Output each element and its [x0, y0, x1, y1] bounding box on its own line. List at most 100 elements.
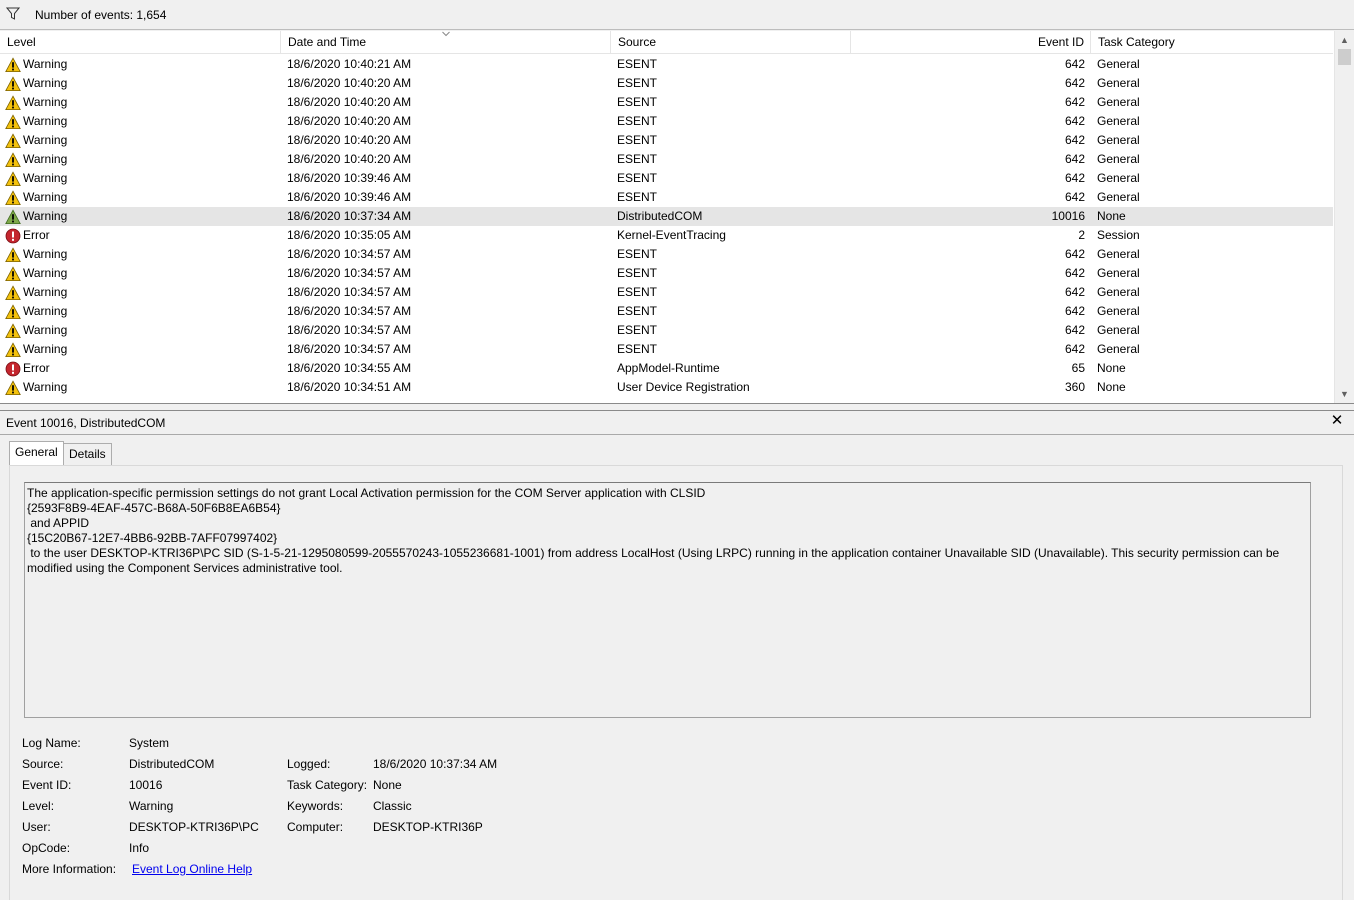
- cell-task-category: General: [1097, 342, 1140, 356]
- event-rows: Warning 18/6/2020 10:40:21 AM ESENT 642 Gene…: [0, 55, 1333, 397]
- cell-date-time: 18/6/2020 10:34:57 AM: [287, 342, 412, 356]
- cell-source: ESENT: [617, 304, 658, 318]
- detail-title-bar: Event 10016, DistributedCOM ✕: [0, 411, 1354, 435]
- cell-event-id: 642: [1064, 152, 1085, 166]
- cell-event-id: 642: [1064, 266, 1085, 280]
- cell-date-time: 18/6/2020 10:40:20 AM: [287, 114, 412, 128]
- cell-task-category: General: [1097, 57, 1140, 71]
- scroll-down-icon[interactable]: ▼: [1339, 388, 1350, 400]
- general-tab-panel: The application-specific permission sett…: [9, 465, 1343, 900]
- sort-descending-icon: [442, 31, 450, 37]
- cell-date-time: 18/6/2020 10:34:57 AM: [287, 247, 412, 261]
- cell-event-id: 642: [1064, 247, 1085, 261]
- cell-task-category: None: [1097, 380, 1126, 394]
- event-row[interactable]: Error 18/6/2020 10:34:55 AM AppModel-Runti…: [0, 359, 1333, 378]
- cell-task-category: None: [1097, 361, 1126, 375]
- level-text: Warning: [23, 323, 68, 337]
- value-task-category: None: [373, 778, 402, 792]
- event-row[interactable]: Warning 18/6/2020 10:34:57 AM ESENT 642 Gene…: [0, 302, 1333, 321]
- cell-source: ESENT: [617, 152, 658, 166]
- event-row[interactable]: Warning 18/6/2020 10:39:46 AM ESENT 642 Gene…: [0, 169, 1333, 188]
- label-user: User:: [22, 820, 51, 834]
- value-source: DistributedCOM: [129, 757, 215, 771]
- event-row[interactable]: Warning 18/6/2020 10:40:20 AM ESENT 642 Gene…: [0, 74, 1333, 93]
- event-count: Number of events: 1,654: [35, 8, 167, 22]
- cell-source: ESENT: [617, 323, 658, 337]
- event-detail-pane: Event 10016, DistributedCOM ✕ General De…: [0, 410, 1354, 900]
- cell-date-time: 18/6/2020 10:40:20 AM: [287, 152, 412, 166]
- level-text: Warning: [23, 57, 68, 71]
- event-row[interactable]: Warning 18/6/2020 10:40:20 AM ESENT 642 Gene…: [0, 150, 1333, 169]
- event-row[interactable]: Error 18/6/2020 10:35:05 AM Kernel-EventTr…: [0, 226, 1333, 245]
- cell-source: Kernel-EventTracing: [617, 228, 726, 242]
- warning-icon: [5, 95, 21, 111]
- cell-source: ESENT: [617, 285, 658, 299]
- column-level[interactable]: Level: [0, 31, 281, 54]
- event-list[interactable]: Level Date and Time Source Event ID Task…: [0, 31, 1354, 404]
- warning-icon: [5, 304, 21, 320]
- cell-task-category: General: [1097, 266, 1140, 280]
- value-logged: 18/6/2020 10:37:34 AM: [373, 757, 498, 771]
- cell-level: Warning: [5, 321, 275, 340]
- event-row[interactable]: Warning 18/6/2020 10:40:20 AM ESENT 642 Gene…: [0, 112, 1333, 131]
- warning-icon: [5, 380, 21, 396]
- scroll-thumb[interactable]: [1338, 49, 1351, 65]
- cell-level: Warning: [5, 93, 275, 112]
- event-row[interactable]: Warning 18/6/2020 10:40:21 AM ESENT 642 Gene…: [0, 55, 1333, 74]
- warning-icon: [5, 323, 21, 339]
- level-text: Warning: [23, 171, 68, 185]
- label-logged: Logged:: [287, 757, 331, 771]
- event-row[interactable]: Warning 18/6/2020 10:34:57 AM ESENT 642 Gene…: [0, 245, 1333, 264]
- event-row[interactable]: Warning 18/6/2020 10:40:20 AM ESENT 642 Gene…: [0, 131, 1333, 150]
- cell-event-id: 642: [1064, 76, 1085, 90]
- event-message[interactable]: The application-specific permission sett…: [24, 482, 1311, 718]
- scroll-up-icon[interactable]: ▲: [1339, 34, 1350, 46]
- cell-task-category: General: [1097, 114, 1140, 128]
- cell-event-id: 642: [1064, 190, 1085, 204]
- cell-level: Warning: [5, 283, 275, 302]
- event-row[interactable]: Warning 18/6/2020 10:34:57 AM ESENT 642 Gene…: [0, 283, 1333, 302]
- event-row[interactable]: Warning 18/6/2020 10:40:20 AM ESENT 642 Gene…: [0, 93, 1333, 112]
- filter-funnel-icon[interactable]: [6, 7, 20, 21]
- warning-icon: [5, 133, 21, 149]
- warning-icon: [5, 285, 21, 301]
- warning-icon: [5, 209, 21, 225]
- close-icon[interactable]: ✕: [1330, 413, 1344, 428]
- level-text: Warning: [23, 209, 68, 223]
- column-header: Level Date and Time Source Event ID Task…: [0, 31, 1333, 54]
- column-event-id[interactable]: Event ID: [851, 31, 1091, 54]
- event-row[interactable]: Warning 18/6/2020 10:34:51 AM User Device …: [0, 378, 1333, 397]
- event-log-online-help-link[interactable]: Event Log Online Help: [132, 862, 252, 876]
- tab-general[interactable]: General: [9, 441, 64, 465]
- level-text: Warning: [23, 133, 68, 147]
- error-icon: [5, 228, 21, 244]
- cell-date-time: 18/6/2020 10:39:46 AM: [287, 171, 412, 185]
- column-task-category[interactable]: Task Category: [1091, 31, 1333, 54]
- cell-task-category: General: [1097, 190, 1140, 204]
- column-source[interactable]: Source: [611, 31, 851, 54]
- event-row[interactable]: Warning 18/6/2020 10:34:57 AM ESENT 642 Gene…: [0, 264, 1333, 283]
- value-opcode: Info: [129, 841, 150, 855]
- event-row[interactable]: Warning 18/6/2020 10:39:46 AM ESENT 642 Gene…: [0, 188, 1333, 207]
- cell-date-time: 18/6/2020 10:34:55 AM: [287, 361, 412, 375]
- vertical-scrollbar[interactable]: ▲ ▼: [1334, 31, 1354, 403]
- cell-task-category: General: [1097, 76, 1140, 90]
- cell-event-id: 642: [1064, 57, 1085, 71]
- event-row[interactable]: Warning 18/6/2020 10:34:57 AM ESENT 642 Gene…: [0, 340, 1333, 359]
- tab-details[interactable]: Details: [63, 443, 112, 465]
- event-row[interactable]: Warning 18/6/2020 10:37:34 AM DistributedC…: [0, 207, 1333, 226]
- cell-event-id: 642: [1064, 285, 1085, 299]
- cell-task-category: General: [1097, 247, 1140, 261]
- cell-level: Warning: [5, 378, 275, 397]
- label-computer: Computer:: [287, 820, 344, 834]
- label-more-information: More Information:: [22, 862, 117, 876]
- cell-level: Warning: [5, 169, 275, 188]
- level-text: Error: [23, 228, 50, 242]
- cell-task-category: General: [1097, 152, 1140, 166]
- level-text: Warning: [23, 152, 68, 166]
- level-text: Warning: [23, 285, 68, 299]
- cell-level: Error: [5, 226, 275, 245]
- cell-source: DistributedCOM: [617, 209, 703, 223]
- event-row[interactable]: Warning 18/6/2020 10:34:57 AM ESENT 642 Gene…: [0, 321, 1333, 340]
- cell-source: ESENT: [617, 114, 658, 128]
